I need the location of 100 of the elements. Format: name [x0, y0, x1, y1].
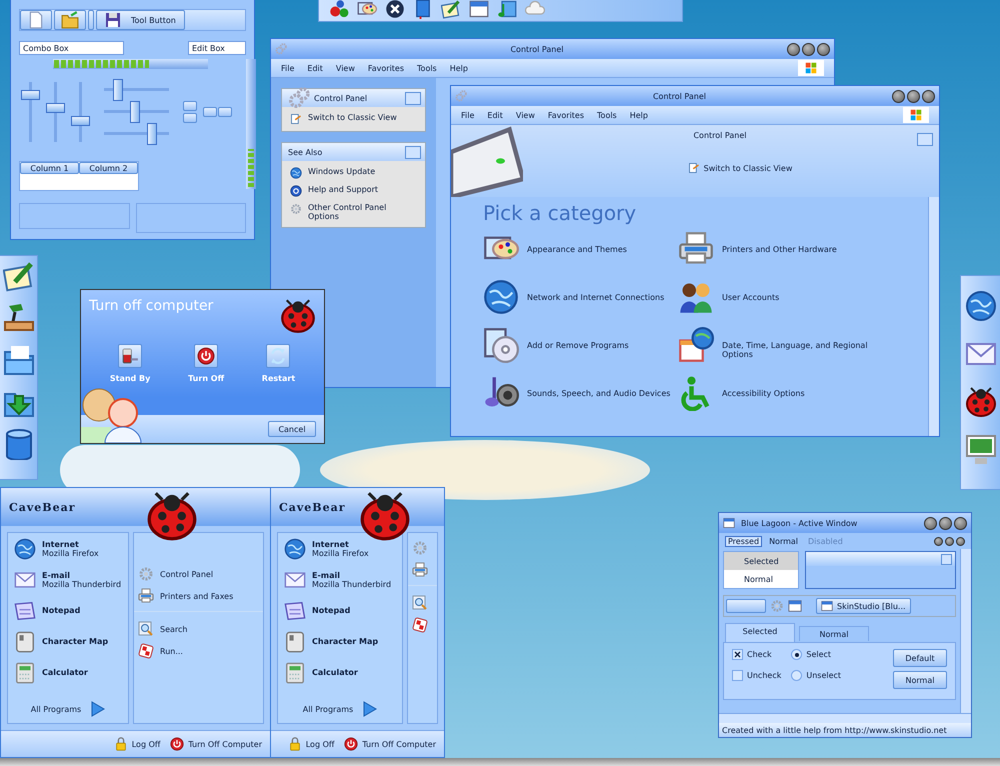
program-title[interactable]: Character Map: [42, 637, 108, 646]
task-link[interactable]: Switch to Classic View: [308, 113, 397, 122]
window-control-button[interactable]: [954, 516, 967, 530]
collapse-button[interactable]: [405, 146, 421, 158]
menu-item[interactable]: Edit: [307, 64, 323, 72]
menu-item[interactable]: View: [516, 110, 535, 120]
collapse-button[interactable]: [917, 133, 933, 146]
spin-right-button[interactable]: [218, 107, 232, 117]
radio-button[interactable]: [791, 670, 802, 681]
category-link[interactable]: Network and Internet Connections: [527, 293, 664, 302]
list-box[interactable]: Selected Normal: [723, 551, 799, 589]
all-programs-link[interactable]: All Programs: [302, 704, 354, 714]
spin-up-button[interactable]: [183, 101, 197, 111]
column-header[interactable]: Column 1: [20, 162, 79, 174]
horizontal-slider[interactable]: [104, 101, 169, 123]
window-control-button[interactable]: [922, 90, 935, 102]
menu-item[interactable]: File: [461, 110, 474, 120]
program-title[interactable]: E-mail: [312, 570, 340, 580]
slider-thumb[interactable]: [71, 116, 90, 126]
category-link[interactable]: Date, Time, Language, and Regional Options: [722, 341, 898, 359]
edit-box[interactable]: Edit Box: [188, 41, 246, 55]
category-link[interactable]: Appearance and Themes: [527, 245, 627, 254]
horizontal-slider[interactable]: [104, 79, 169, 101]
radio-button[interactable]: [791, 649, 802, 660]
slider-thumb[interactable]: [130, 101, 140, 123]
menu-item[interactable]: Favorites: [548, 110, 584, 120]
place-link[interactable]: Control Panel: [160, 570, 214, 578]
category-link[interactable]: Sounds, Speech, and Audio Devices: [527, 389, 670, 398]
radio-label[interactable]: Select: [806, 650, 832, 659]
menu-item[interactable]: Help: [450, 64, 468, 72]
program-title[interactable]: Internet: [312, 540, 349, 548]
program-title[interactable]: Notepad: [42, 606, 80, 615]
place-link[interactable]: Run...: [160, 646, 183, 656]
turn-off-button[interactable]: Turn Off Computer: [362, 740, 436, 748]
window-control-button[interactable]: [907, 90, 920, 102]
window-control-button[interactable]: [787, 42, 800, 56]
collapse-button[interactable]: [405, 92, 421, 104]
program-title[interactable]: Calculator: [42, 668, 88, 677]
scrollbar[interactable]: [960, 549, 971, 713]
category-link[interactable]: Accessibility Options: [722, 389, 805, 398]
task-link[interactable]: Other Control Panel Options: [308, 203, 417, 221]
place-link[interactable]: Search: [160, 624, 188, 634]
window-control-button[interactable]: [892, 90, 905, 102]
tab[interactable]: Selected: [725, 623, 795, 642]
task-link[interactable]: Help and Support: [308, 185, 378, 194]
window-control-button[interactable]: [817, 42, 830, 56]
list-view[interactable]: Column 1 Column 2: [19, 161, 139, 191]
menu-item[interactable]: Help: [630, 110, 648, 120]
program-title[interactable]: E-mail: [42, 570, 70, 580]
new-document-button[interactable]: [20, 10, 52, 30]
combo-box[interactable]: Combo Box: [19, 41, 124, 55]
spin-down-button[interactable]: [183, 113, 197, 123]
tab[interactable]: Normal: [799, 626, 869, 641]
list-item[interactable]: Selected: [724, 552, 798, 570]
vertical-slider[interactable]: [21, 82, 40, 142]
log-off-button[interactable]: Log Off: [306, 740, 334, 748]
taskbar-button[interactable]: SkinStudio [Blu...: [816, 598, 911, 614]
program-title[interactable]: Notepad: [312, 606, 350, 615]
program-title[interactable]: Calculator: [312, 668, 358, 677]
turn-off-button[interactable]: Turn Off Computer: [188, 740, 262, 748]
checkbox[interactable]: [732, 649, 743, 660]
toolbar-button[interactable]: [726, 599, 766, 613]
category-link[interactable]: Printers and Other Hardware: [722, 245, 837, 254]
task-link[interactable]: Windows Update: [308, 167, 376, 176]
slider-thumb[interactable]: [112, 79, 123, 101]
menu-item[interactable]: Favorites: [368, 64, 404, 72]
all-programs-link[interactable]: All Programs: [30, 704, 82, 714]
option-button[interactable]: [194, 344, 218, 368]
window-control-button[interactable]: [802, 42, 815, 56]
window-control-button[interactable]: [939, 516, 952, 530]
checkbox-label[interactable]: Uncheck: [747, 671, 782, 680]
category-link[interactable]: Add or Remove Programs: [527, 341, 629, 350]
push-button[interactable]: Normal: [893, 671, 947, 689]
scrollbar[interactable]: [928, 197, 939, 436]
column-header[interactable]: Column 2: [79, 162, 138, 174]
option-button[interactable]: [118, 344, 142, 368]
place-link[interactable]: Printers and Faxes: [160, 592, 234, 600]
log-off-button[interactable]: Log Off: [132, 740, 160, 748]
category-link[interactable]: User Accounts: [722, 293, 780, 302]
checkbox[interactable]: [732, 670, 743, 681]
slider-thumb[interactable]: [46, 103, 65, 114]
checkbox-label[interactable]: Check: [747, 650, 772, 659]
open-folder-button[interactable]: [54, 10, 86, 30]
scrollbar[interactable]: [719, 713, 971, 723]
tool-button[interactable]: Tool Button: [96, 10, 185, 30]
push-button[interactable]: Default: [893, 649, 947, 667]
program-title[interactable]: Character Map: [312, 637, 378, 646]
menu-item[interactable]: Normal: [766, 536, 802, 546]
radio-label[interactable]: Unselect: [806, 671, 842, 680]
vertical-slider[interactable]: [46, 82, 65, 142]
classic-view-link[interactable]: Switch to Classic View: [704, 164, 792, 172]
dropdown-button[interactable]: [941, 554, 952, 564]
menu-item[interactable]: Tools: [417, 64, 437, 72]
horizontal-slider[interactable]: [104, 123, 169, 145]
menu-item[interactable]: Pressed: [725, 536, 762, 546]
cancel-button[interactable]: Cancel: [268, 421, 316, 437]
menu-item[interactable]: File: [281, 64, 294, 72]
window-control-button[interactable]: [924, 516, 937, 530]
menu-item[interactable]: Edit: [487, 110, 503, 120]
vertical-slider[interactable]: [71, 82, 90, 142]
